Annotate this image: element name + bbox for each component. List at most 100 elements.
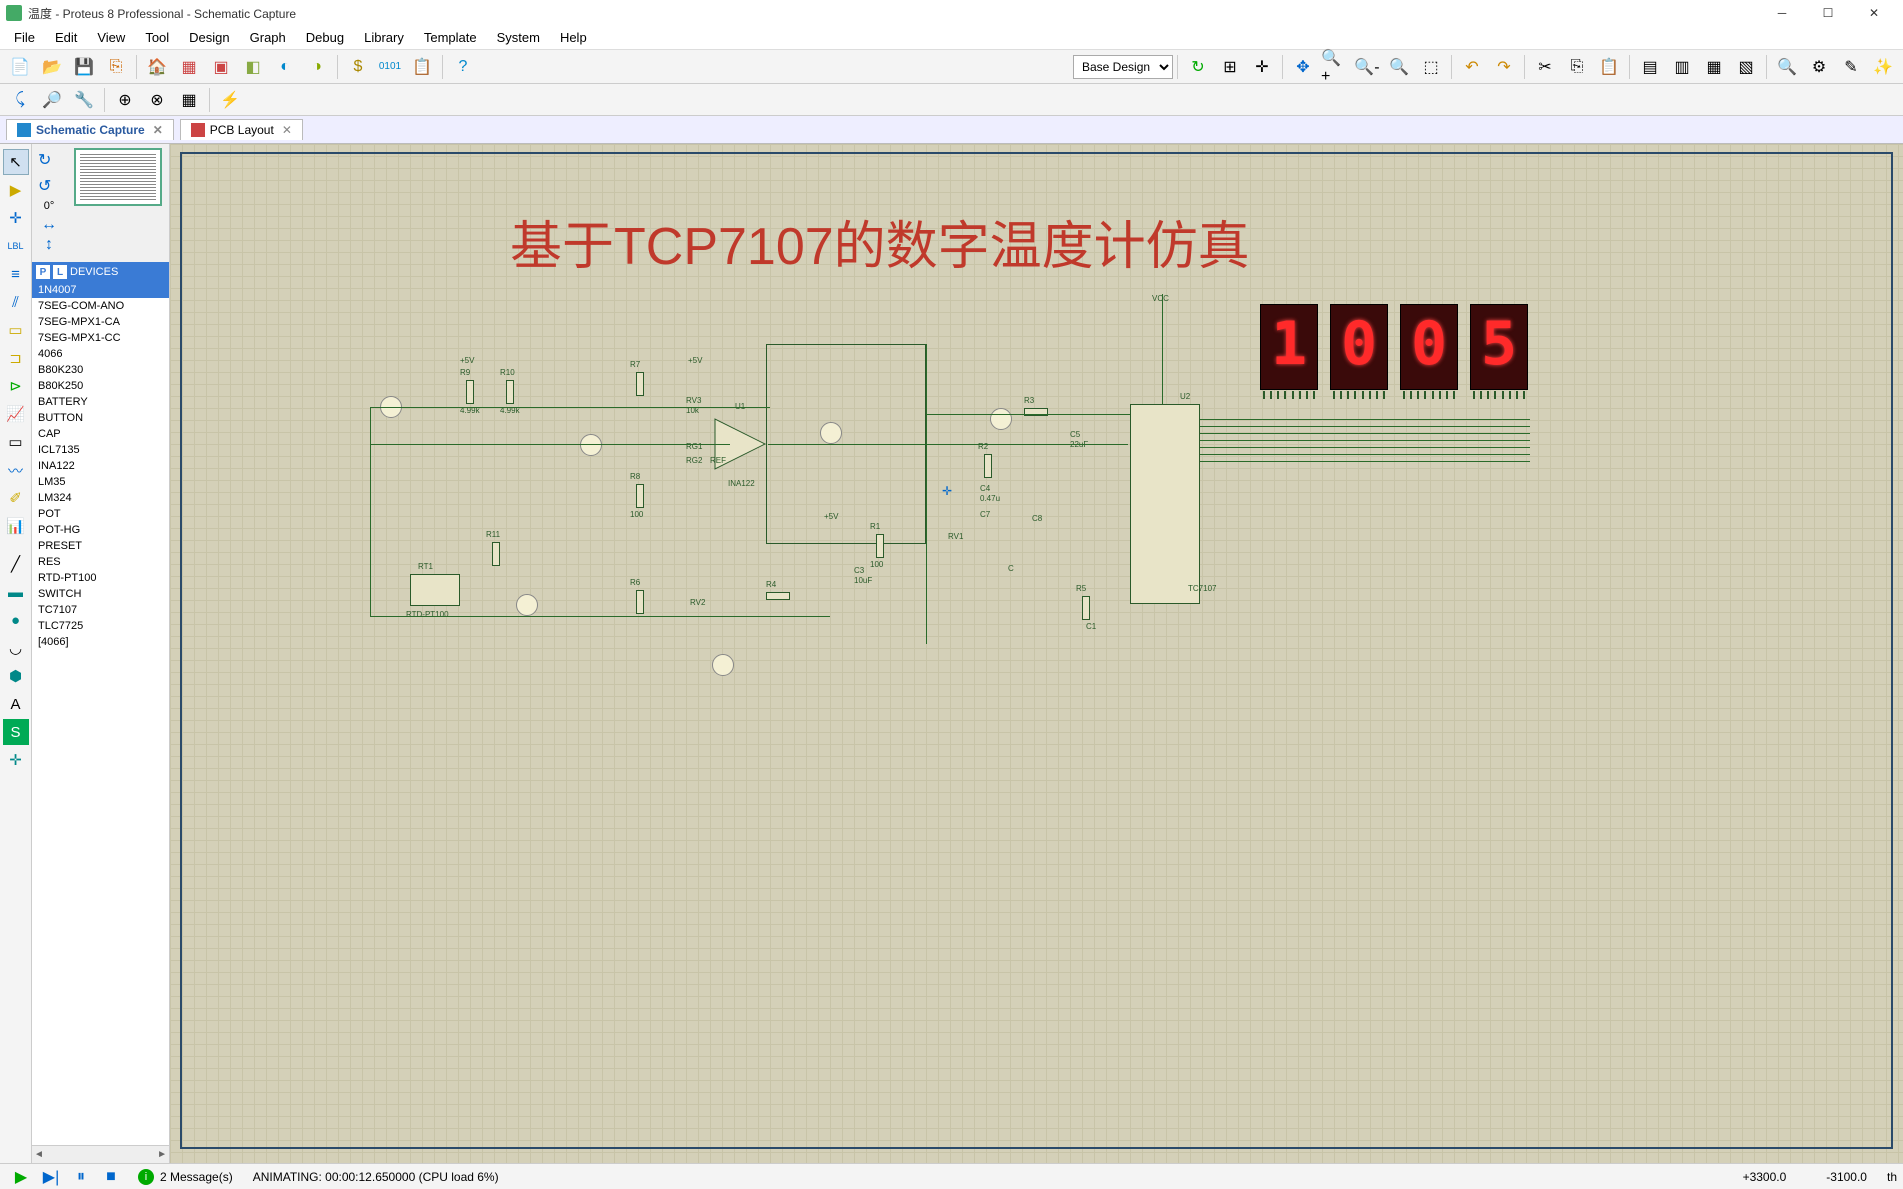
grid-icon[interactable]: ⊞ <box>1215 53 1245 81</box>
subcircuit-tool-icon[interactable]: ▭ <box>3 317 29 343</box>
menu-system[interactable]: System <box>487 28 550 47</box>
tab-close-icon[interactable]: ✕ <box>282 123 292 137</box>
line-tool-icon[interactable]: ╱ <box>3 551 29 577</box>
design-selector[interactable]: Base Design <box>1073 55 1173 79</box>
schematic-canvas[interactable]: 基于TCP7107的数字温度计仿真 1 0 0 5 U2 TC7107 <box>170 144 1903 1163</box>
import-icon[interactable]: ⎘ <box>101 53 131 81</box>
gerber-icon[interactable]: ◐ <box>270 53 300 81</box>
probe-tool-icon[interactable]: ✐ <box>3 485 29 511</box>
horizontal-scrollbar[interactable]: ◄ ► <box>32 1145 169 1163</box>
device-list[interactable]: 1N40077SEG-COM-ANO7SEG-MPX1-CA7SEG-MPX1-… <box>32 282 169 1145</box>
messages-indicator[interactable]: i 2 Message(s) <box>138 1169 233 1185</box>
device-item[interactable]: POT <box>32 506 169 522</box>
overview-thumbnail[interactable] <box>74 148 162 206</box>
block-move-icon[interactable]: ▥ <box>1667 53 1697 81</box>
circle-tool-icon[interactable]: ● <box>3 607 29 633</box>
menu-file[interactable]: File <box>4 28 45 47</box>
junction-tool-icon[interactable]: ✛ <box>3 205 29 231</box>
sheet-props-icon[interactable]: ▦ <box>174 86 204 114</box>
device-item[interactable]: PRESET <box>32 538 169 554</box>
bom-icon[interactable]: ◑ <box>302 53 332 81</box>
pick-icon[interactable]: 🔍 <box>1772 53 1802 81</box>
copy-icon[interactable]: ⎘ <box>1562 53 1592 81</box>
path-tool-icon[interactable]: ⬢ <box>3 663 29 689</box>
zoom-area-icon[interactable]: ⬚ <box>1416 53 1446 81</box>
source-icon[interactable]: 0101 <box>375 53 405 81</box>
pin-tool-icon[interactable]: ⊳ <box>3 373 29 399</box>
schematic-icon[interactable]: ▦ <box>174 53 204 81</box>
device-item[interactable]: LM324 <box>32 490 169 506</box>
scroll-right-icon[interactable]: ► <box>157 1149 167 1160</box>
block-delete-icon[interactable]: ▧ <box>1731 53 1761 81</box>
tab-pcb-layout[interactable]: PCB Layout ✕ <box>180 119 303 140</box>
instrument-tool-icon[interactable]: 📊 <box>3 513 29 539</box>
save-file-icon[interactable]: 💾 <box>69 53 99 81</box>
rotate-ccw-icon[interactable]: ↺ <box>38 176 60 198</box>
bus-tool-icon[interactable]: ⫽ <box>3 289 29 315</box>
play-button[interactable]: ▶ <box>8 1166 34 1188</box>
lightning-icon[interactable]: ⚡ <box>215 86 245 114</box>
maximize-button[interactable]: ☐ <box>1805 0 1851 26</box>
redo-icon[interactable]: ↷ <box>1489 53 1519 81</box>
symbol-tool-icon[interactable]: S <box>3 719 29 745</box>
device-item[interactable]: [4066] <box>32 634 169 650</box>
new-file-icon[interactable]: 📄 <box>5 53 35 81</box>
report-icon[interactable]: 📋 <box>407 53 437 81</box>
menu-edit[interactable]: Edit <box>45 28 87 47</box>
marker-tool-icon[interactable]: ✛ <box>3 747 29 773</box>
component-tool-icon[interactable]: ▶ <box>3 177 29 203</box>
search-part-icon[interactable]: 🔎 <box>37 86 67 114</box>
device-item[interactable]: RES <box>32 554 169 570</box>
device-item[interactable]: B80K230 <box>32 362 169 378</box>
device-item[interactable]: 1N4007 <box>32 282 169 298</box>
menu-template[interactable]: Template <box>414 28 487 47</box>
tools-icon[interactable]: 🔧 <box>69 86 99 114</box>
zoom-fit-icon[interactable]: 🔍 <box>1384 53 1414 81</box>
pan-icon[interactable]: ✥ <box>1288 53 1318 81</box>
device-item[interactable]: 7SEG-COM-ANO <box>32 298 169 314</box>
selection-tool-icon[interactable]: ↖ <box>3 149 29 175</box>
device-item[interactable]: TC7107 <box>32 602 169 618</box>
menu-debug[interactable]: Debug <box>296 28 354 47</box>
text-a-icon[interactable]: A <box>3 691 29 717</box>
wand-icon[interactable]: ✨ <box>1868 53 1898 81</box>
tab-close-icon[interactable]: ✕ <box>153 123 163 137</box>
device-item[interactable]: B80K250 <box>32 378 169 394</box>
label-tool-icon[interactable]: LBL <box>3 233 29 259</box>
device-item[interactable]: 4066 <box>32 346 169 362</box>
tab-schematic-capture[interactable]: Schematic Capture ✕ <box>6 119 174 140</box>
add-sheet-icon[interactable]: ⊕ <box>110 86 140 114</box>
menu-library[interactable]: Library <box>354 28 414 47</box>
device-item[interactable]: LM35 <box>32 474 169 490</box>
scroll-left-icon[interactable]: ◄ <box>34 1149 44 1160</box>
arc-tool-icon[interactable]: ◡ <box>3 635 29 661</box>
cut-icon[interactable]: ✂ <box>1530 53 1560 81</box>
minimize-button[interactable]: ─ <box>1759 0 1805 26</box>
flip-h-icon[interactable]: ↔ <box>40 216 58 234</box>
device-item[interactable]: SWITCH <box>32 586 169 602</box>
package-icon[interactable]: ⚙ <box>1804 53 1834 81</box>
pause-button[interactable]: ⏸ <box>68 1166 94 1188</box>
help-icon[interactable]: ? <box>448 53 478 81</box>
terminal-tool-icon[interactable]: ⊐ <box>3 345 29 371</box>
undo-icon[interactable]: ↶ <box>1457 53 1487 81</box>
pcb-icon[interactable]: ▣ <box>206 53 236 81</box>
device-item[interactable]: BATTERY <box>32 394 169 410</box>
device-item[interactable]: BUTTON <box>32 410 169 426</box>
bom-table-icon[interactable]: $ <box>343 53 373 81</box>
device-item[interactable]: RTD-PT100 <box>32 570 169 586</box>
block-copy-icon[interactable]: ▤ <box>1635 53 1665 81</box>
generator-tool-icon[interactable]: 〰 <box>3 457 29 483</box>
device-item[interactable]: 7SEG-MPX1-CC <box>32 330 169 346</box>
rotate-cw-icon[interactable]: ↻ <box>38 150 60 172</box>
block-rotate-icon[interactable]: ▦ <box>1699 53 1729 81</box>
graph-tool-icon[interactable]: 📈 <box>3 401 29 427</box>
decompose-icon[interactable]: ✎ <box>1836 53 1866 81</box>
3d-icon[interactable]: ◧ <box>238 53 268 81</box>
flip-v-icon[interactable]: ↕ <box>40 236 58 254</box>
device-item[interactable]: TLC7725 <box>32 618 169 634</box>
delete-sheet-icon[interactable]: ⊗ <box>142 86 172 114</box>
step-button[interactable]: ▶| <box>38 1166 64 1188</box>
home-icon[interactable]: 🏠 <box>142 53 172 81</box>
stop-button[interactable]: ■ <box>98 1166 124 1188</box>
